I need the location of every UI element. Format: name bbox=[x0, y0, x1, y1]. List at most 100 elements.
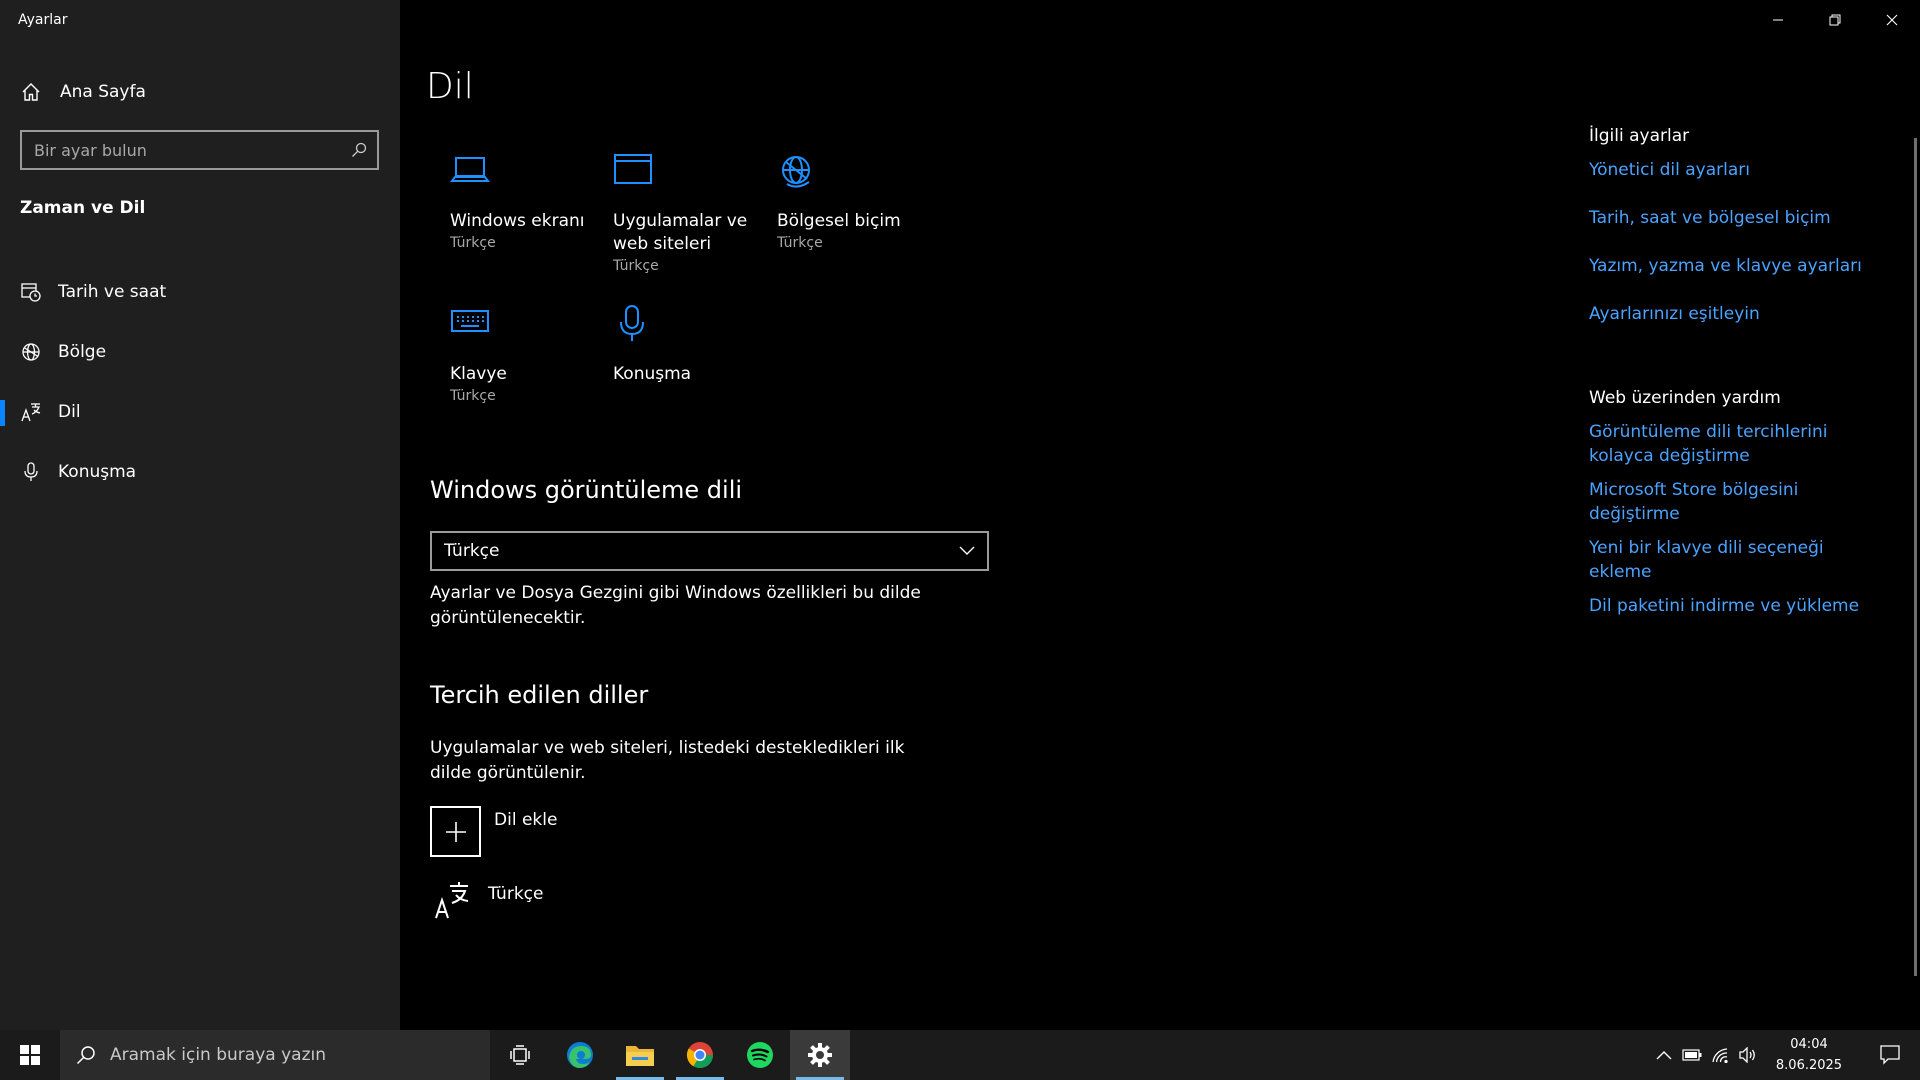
link-date-time-region[interactable]: Tarih, saat ve bölgesel biçim bbox=[1589, 206, 1889, 230]
tile-windows-display[interactable]: Windows ekranı Türkçe bbox=[450, 152, 600, 251]
taskbar-app-edge[interactable] bbox=[550, 1030, 610, 1080]
tile-regional-format[interactable]: Bölgesel biçim Türkçe bbox=[777, 152, 927, 251]
related-settings-heading: İlgili ayarlar bbox=[1589, 126, 1690, 146]
app-title: Ayarlar bbox=[18, 12, 68, 28]
calendar-clock-icon bbox=[20, 281, 42, 303]
start-button[interactable] bbox=[0, 1030, 60, 1080]
home-link[interactable]: Ana Sayfa bbox=[20, 80, 146, 104]
display-language-heading: Windows görüntüleme dili bbox=[430, 476, 743, 504]
sidebar-nav: Tarih ve saat Bölge Dil Konuşma bbox=[0, 262, 400, 502]
tile-sub: Türkçe bbox=[450, 235, 496, 251]
volume-button[interactable] bbox=[1734, 1030, 1762, 1080]
task-view-icon bbox=[510, 1045, 530, 1065]
language-icon bbox=[435, 882, 469, 919]
language-name: Türkçe bbox=[488, 884, 544, 904]
home-label: Ana Sayfa bbox=[60, 82, 146, 102]
tile-label: Bölgesel biçim bbox=[777, 211, 901, 231]
preferred-languages-description: Uygulamalar ve web siteleri, listedeki d… bbox=[430, 738, 905, 783]
chrome-icon bbox=[686, 1042, 714, 1069]
taskbar: Aramak için buraya yazın 04:04 8.06.2025 bbox=[0, 1030, 1920, 1080]
sidebar-item-language[interactable]: Dil bbox=[0, 382, 400, 442]
link-keyboard-language-help[interactable]: Yeni bir klavye dili seçeneği ekleme bbox=[1589, 536, 1889, 584]
tile-label: Klavye bbox=[450, 364, 507, 384]
tile-label: Konuşma bbox=[613, 364, 692, 384]
language-list-item[interactable]: Türkçe bbox=[434, 880, 543, 920]
volume-icon bbox=[1739, 1047, 1755, 1063]
network-button[interactable] bbox=[1706, 1030, 1734, 1080]
sidebar-item-label: Bölge bbox=[58, 342, 107, 362]
globe-icon bbox=[782, 156, 810, 188]
close-icon bbox=[1886, 14, 1897, 26]
close-button[interactable] bbox=[1863, 0, 1920, 40]
plus-icon bbox=[430, 806, 481, 857]
link-display-language-help[interactable]: Görüntüleme dili tercihlerini kolayca de… bbox=[1589, 420, 1889, 468]
language-icon bbox=[20, 401, 42, 423]
clock[interactable]: 04:04 8.06.2025 bbox=[1766, 1034, 1852, 1076]
link-sync-settings[interactable]: Ayarlarınızı eşitleyin bbox=[1589, 302, 1889, 326]
search-icon[interactable] bbox=[341, 132, 377, 168]
clock-date: 8.06.2025 bbox=[1775, 1058, 1843, 1073]
scrollbar[interactable] bbox=[1914, 138, 1917, 976]
tile-keyboard[interactable]: Klavye Türkçe bbox=[450, 305, 600, 404]
wifi-icon bbox=[1712, 1048, 1728, 1063]
sidebar-item-speech[interactable]: Konuşma bbox=[0, 442, 400, 502]
sidebar-item-region[interactable]: Bölge bbox=[0, 322, 400, 382]
spotify-icon bbox=[747, 1042, 773, 1068]
minimize-icon bbox=[1772, 19, 1783, 21]
taskbar-app-spotify[interactable] bbox=[730, 1030, 790, 1080]
sidebar-item-date-time[interactable]: Tarih ve saat bbox=[0, 262, 400, 322]
windows-logo-icon bbox=[20, 1045, 40, 1065]
notification-icon bbox=[1880, 1045, 1900, 1065]
link-typing-keyboard[interactable]: Yazım, yazma ve klavye ayarları bbox=[1589, 254, 1889, 278]
display-language-description: Ayarlar ve Dosya Gezgini gibi Windows öz… bbox=[430, 583, 921, 628]
show-hidden-icons-button[interactable] bbox=[1650, 1030, 1678, 1080]
action-center-button[interactable] bbox=[1860, 1030, 1920, 1080]
web-help-heading: Web üzerinden yardım bbox=[1589, 388, 1781, 408]
tile-label: Uygulamalar ve web siteleri bbox=[613, 211, 748, 254]
search-input[interactable] bbox=[22, 132, 341, 168]
task-view-button[interactable] bbox=[490, 1030, 550, 1080]
laptop-icon bbox=[450, 157, 490, 182]
link-language-pack-help[interactable]: Dil paketini indirme ve yükleme bbox=[1589, 594, 1889, 618]
window-controls bbox=[1749, 0, 1920, 40]
settings-search[interactable] bbox=[20, 130, 379, 170]
battery-button[interactable] bbox=[1678, 1030, 1706, 1080]
sidebar: Ayarlar Ana Sayfa Zaman ve Dil Tarih ve … bbox=[0, 0, 400, 1030]
add-language-label: Dil ekle bbox=[494, 810, 558, 830]
edge-icon bbox=[567, 1042, 593, 1068]
clock-time: 04:04 bbox=[1790, 1037, 1828, 1052]
sidebar-item-label: Konuşma bbox=[58, 462, 137, 482]
chevron-down-icon bbox=[959, 546, 975, 555]
app-window-icon bbox=[614, 154, 652, 184]
add-language-button[interactable]: Dil ekle bbox=[430, 806, 557, 857]
search-icon bbox=[76, 1046, 95, 1065]
tile-sub: Türkçe bbox=[450, 388, 496, 404]
taskbar-app-chrome[interactable] bbox=[670, 1030, 730, 1080]
taskbar-search[interactable]: Aramak için buraya yazın bbox=[60, 1030, 490, 1080]
tile-speech[interactable]: Konuşma bbox=[613, 305, 763, 386]
restore-button[interactable] bbox=[1806, 0, 1863, 40]
home-icon bbox=[22, 83, 40, 101]
taskbar-search-placeholder: Aramak için buraya yazın bbox=[110, 1045, 326, 1065]
system-tray: 04:04 8.06.2025 bbox=[1650, 1030, 1920, 1080]
battery-icon bbox=[1682, 1049, 1702, 1061]
sidebar-item-label: Tarih ve saat bbox=[58, 282, 167, 302]
tile-sub: Türkçe bbox=[777, 235, 823, 251]
preferred-languages-heading: Tercih edilen diller bbox=[430, 681, 649, 709]
display-language-dropdown[interactable]: Türkçe bbox=[430, 531, 989, 571]
taskbar-app-file-explorer[interactable] bbox=[610, 1030, 670, 1080]
chevron-up-icon bbox=[1656, 1051, 1672, 1060]
keyboard-icon bbox=[451, 310, 489, 332]
link-admin-language[interactable]: Yönetici dil ayarları bbox=[1589, 158, 1889, 182]
tile-label: Windows ekranı bbox=[450, 211, 585, 231]
dropdown-value: Türkçe bbox=[444, 541, 500, 561]
restore-icon bbox=[1829, 14, 1840, 26]
tile-sub: Türkçe bbox=[613, 258, 659, 274]
taskbar-app-settings[interactable] bbox=[790, 1030, 850, 1080]
tile-apps-websites[interactable]: Uygulamalar ve web siteleri Türkçe bbox=[613, 152, 763, 274]
minimize-button[interactable] bbox=[1749, 0, 1806, 40]
globe-icon bbox=[20, 341, 42, 363]
link-store-region-help[interactable]: Microsoft Store bölgesini değiştirme bbox=[1589, 478, 1889, 526]
microphone-icon bbox=[20, 461, 42, 483]
microphone-icon bbox=[620, 305, 644, 341]
